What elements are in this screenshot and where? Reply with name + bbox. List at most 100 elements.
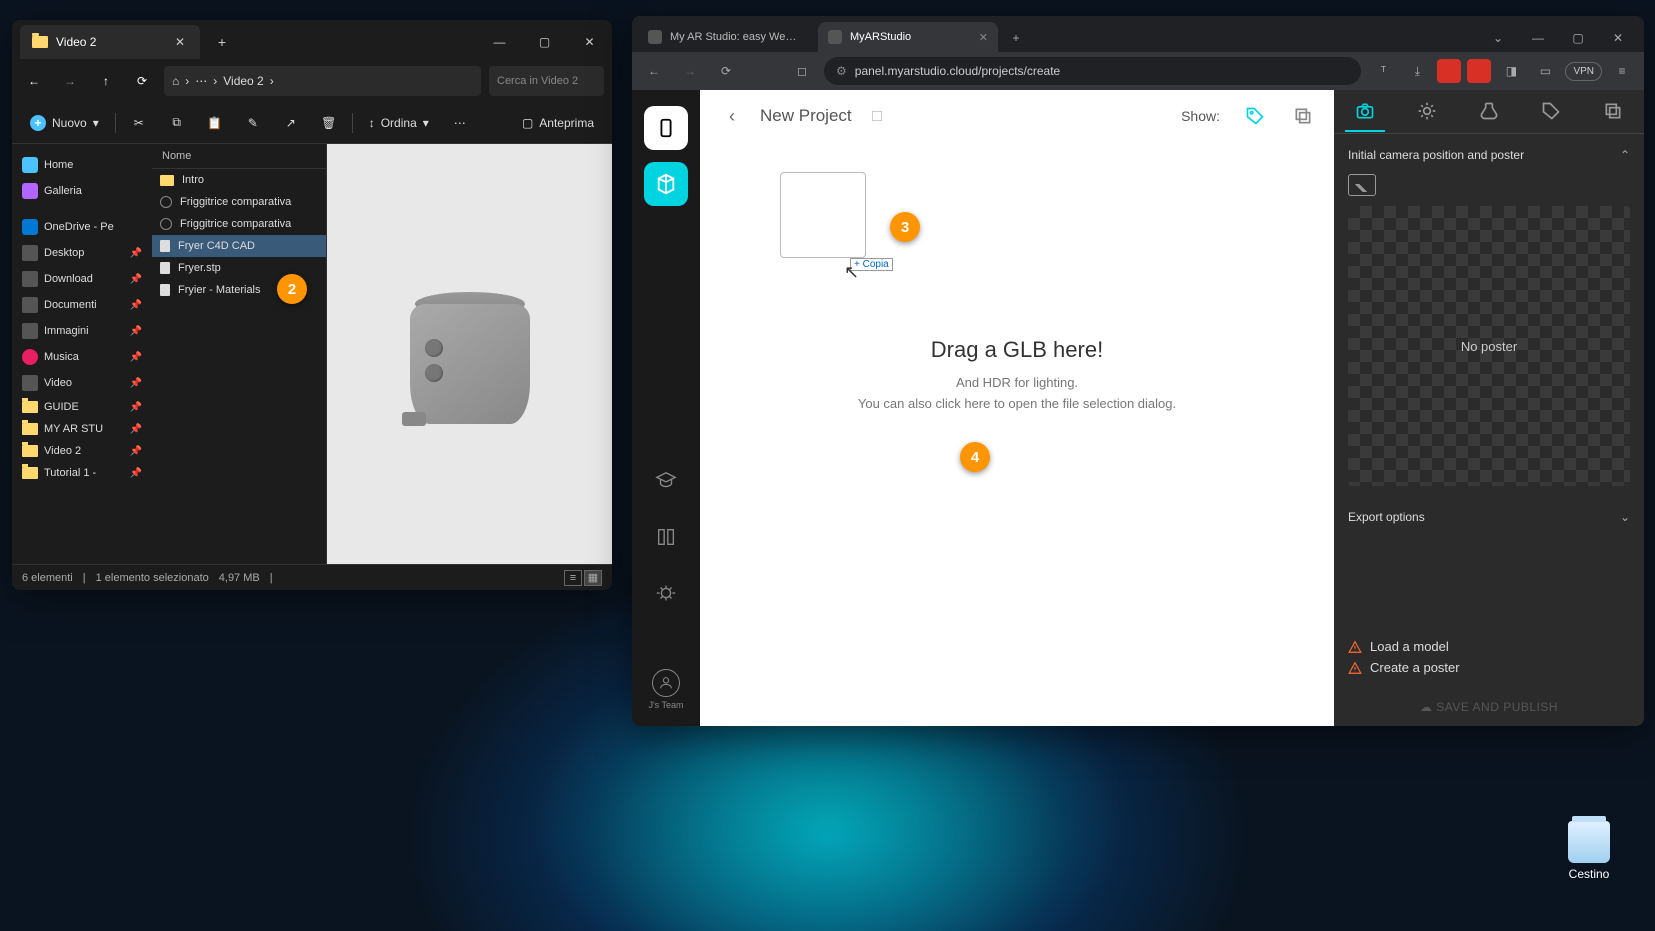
sidebar-item-onedrive---pe[interactable]: OneDrive - Pe (16, 214, 148, 240)
close-button[interactable]: ✕ (1598, 24, 1638, 52)
sidebar-item-documenti[interactable]: Documenti📌 (16, 292, 148, 318)
sidebar-item-download[interactable]: Download📌 (16, 266, 148, 292)
extension-2-icon[interactable] (1467, 59, 1491, 83)
sidebar-item-immagini[interactable]: Immagini📌 (16, 318, 148, 344)
column-header-name[interactable]: Nome (152, 144, 326, 169)
view-list-button[interactable]: ≡ (564, 570, 582, 586)
tab-search-button[interactable]: ⌄ (1478, 24, 1518, 52)
poster-preview[interactable]: No poster (1348, 206, 1630, 486)
drag-ghost (780, 172, 866, 258)
search-input[interactable]: Cerca in Video 2 (489, 66, 604, 96)
tab-close-icon[interactable]: ✕ (979, 31, 988, 44)
preview-toggle[interactable]: ▢ Anteprima (514, 112, 602, 134)
sidebar-item-musica[interactable]: Musica📌 (16, 344, 148, 370)
project-title[interactable]: New Project (760, 106, 852, 126)
sidebar-item-my-ar-stu[interactable]: MY AR STU📌 (16, 418, 148, 440)
cut-button[interactable]: ✂ (124, 112, 154, 134)
nav-forward-button[interactable]: → (676, 57, 704, 85)
extension-1-icon[interactable] (1437, 59, 1461, 83)
minimize-button[interactable]: — (1518, 24, 1558, 52)
team-selector[interactable]: J's Team (648, 669, 683, 710)
install-app-button[interactable]: ⤓ (1403, 57, 1431, 85)
nav-forward-button[interactable]: → (56, 67, 84, 95)
browser-tabstrip: My AR Studio: easy Web 3D Viewer MyARStu… (632, 16, 1644, 52)
plus-icon: + (30, 115, 46, 131)
explorer-navbar: ← → ↑ ⟳ ⌂› ⋯› Video 2› Cerca in Video 2 (12, 60, 612, 102)
show-tags-toggle[interactable] (1242, 103, 1268, 129)
fold-icon (22, 401, 38, 413)
file-icon (160, 240, 170, 252)
poster-image-icon[interactable] (1348, 174, 1376, 196)
gal-icon (22, 183, 38, 199)
sidebar-learn-button[interactable] (644, 459, 688, 503)
sidebar-3d-button[interactable] (644, 162, 688, 206)
new-tab-button[interactable]: + (208, 28, 236, 56)
url-input[interactable]: ⚙ panel.myarstudio.cloud/projects/create (824, 57, 1361, 85)
pin-icon: 📌 (130, 274, 142, 285)
tab-lighting[interactable] (1407, 92, 1447, 132)
sidebar-debug-button[interactable] (644, 571, 688, 615)
sidebar-item-video[interactable]: Video📌 (16, 370, 148, 396)
back-button[interactable]: ‹ (718, 102, 746, 130)
sidepanel-button[interactable]: ◨ (1497, 57, 1525, 85)
address-bar-row: ← → ⟳ ◻ ⚙ panel.myarstudio.cloud/project… (632, 52, 1644, 90)
bookmark-button[interactable]: ◻ (788, 57, 816, 85)
tab-materials[interactable] (1469, 92, 1509, 132)
save-publish-button[interactable]: ☁ SAVE AND PUBLISH (1334, 688, 1644, 726)
show-layers-toggle[interactable] (1290, 103, 1316, 129)
more-button[interactable]: ⋯ (445, 112, 475, 134)
drop-zone[interactable]: + Copia ↖ Drag a GLB here! And HDR for l… (700, 142, 1334, 726)
section-camera-header[interactable]: Initial camera position and poster⌃ (1348, 144, 1630, 166)
breadcrumb-bar[interactable]: ⌂› ⋯› Video 2› (164, 66, 481, 96)
reading-list-button[interactable]: ▭ (1531, 57, 1559, 85)
disk-icon (22, 375, 38, 391)
nav-back-button[interactable]: ← (640, 57, 668, 85)
nav-refresh-button[interactable]: ⟳ (128, 67, 156, 95)
nav-up-button[interactable]: ↑ (92, 67, 120, 95)
nav-back-button[interactable]: ← (20, 67, 48, 95)
explorer-tab-video2[interactable]: Video 2 ✕ (20, 25, 200, 59)
od-icon (22, 219, 38, 235)
translate-button[interactable]: ᵀ (1369, 57, 1397, 85)
tab-export[interactable] (1593, 92, 1633, 132)
close-button[interactable]: ✕ (567, 26, 612, 58)
maximize-button[interactable]: ▢ (522, 26, 567, 58)
minimize-button[interactable]: — (477, 26, 522, 58)
share-button[interactable]: ↗ (276, 112, 306, 134)
recycle-bin[interactable]: Cestino (1568, 821, 1610, 881)
sidebar-item-desktop[interactable]: Desktop📌 (16, 240, 148, 266)
file-row[interactable]: Fryer C4D CAD (152, 235, 326, 257)
sidebar-item-tutorial-1---[interactable]: Tutorial 1 - 📌 (16, 462, 148, 484)
pin-icon: 📌 (130, 300, 142, 311)
tab-tags[interactable] (1531, 92, 1571, 132)
delete-button[interactable]: 🗑 (314, 112, 344, 134)
file-row[interactable]: Friggitrice comparativa (152, 213, 326, 235)
file-row[interactable]: Intro (152, 169, 326, 191)
site-settings-icon[interactable]: ⚙ (836, 64, 847, 78)
browser-tab-1[interactable]: My AR Studio: easy Web 3D Viewer (638, 22, 818, 52)
sidebar-phone-button[interactable] (644, 106, 688, 150)
new-tab-button[interactable]: + (1002, 24, 1030, 52)
copy-button[interactable]: ⧉ (162, 111, 192, 134)
preview-pane (327, 144, 612, 564)
file-name: Fryer.stp (178, 262, 221, 274)
tab-camera[interactable] (1345, 92, 1385, 132)
view-grid-button[interactable]: ▦ (584, 570, 602, 586)
rename-button[interactable]: ✎ (238, 112, 268, 134)
vpn-badge[interactable]: VPN (1565, 62, 1602, 81)
sidebar-item-guide[interactable]: GUIDE📌 (16, 396, 148, 418)
sidebar-item-video-2[interactable]: Video 2📌 (16, 440, 148, 462)
section-export-header[interactable]: Export options⌄ (1348, 506, 1630, 528)
sidebar-item-home[interactable]: Home (16, 152, 148, 178)
sidebar-item-galleria[interactable]: Galleria (16, 178, 148, 204)
tab-close-icon[interactable]: ✕ (172, 34, 188, 50)
paste-button[interactable]: 📋 (200, 112, 230, 134)
new-button[interactable]: +Nuovo ▾ (22, 111, 107, 135)
browser-menu-button[interactable]: ≡ (1608, 57, 1636, 85)
maximize-button[interactable]: ▢ (1558, 24, 1598, 52)
browser-tab-2[interactable]: MyARStudio ✕ (818, 22, 998, 52)
file-row[interactable]: Friggitrice comparativa (152, 191, 326, 213)
nav-refresh-button[interactable]: ⟳ (712, 57, 740, 85)
sort-button[interactable]: ↕ Ordina ▾ (361, 112, 437, 134)
sidebar-docs-button[interactable] (644, 515, 688, 559)
